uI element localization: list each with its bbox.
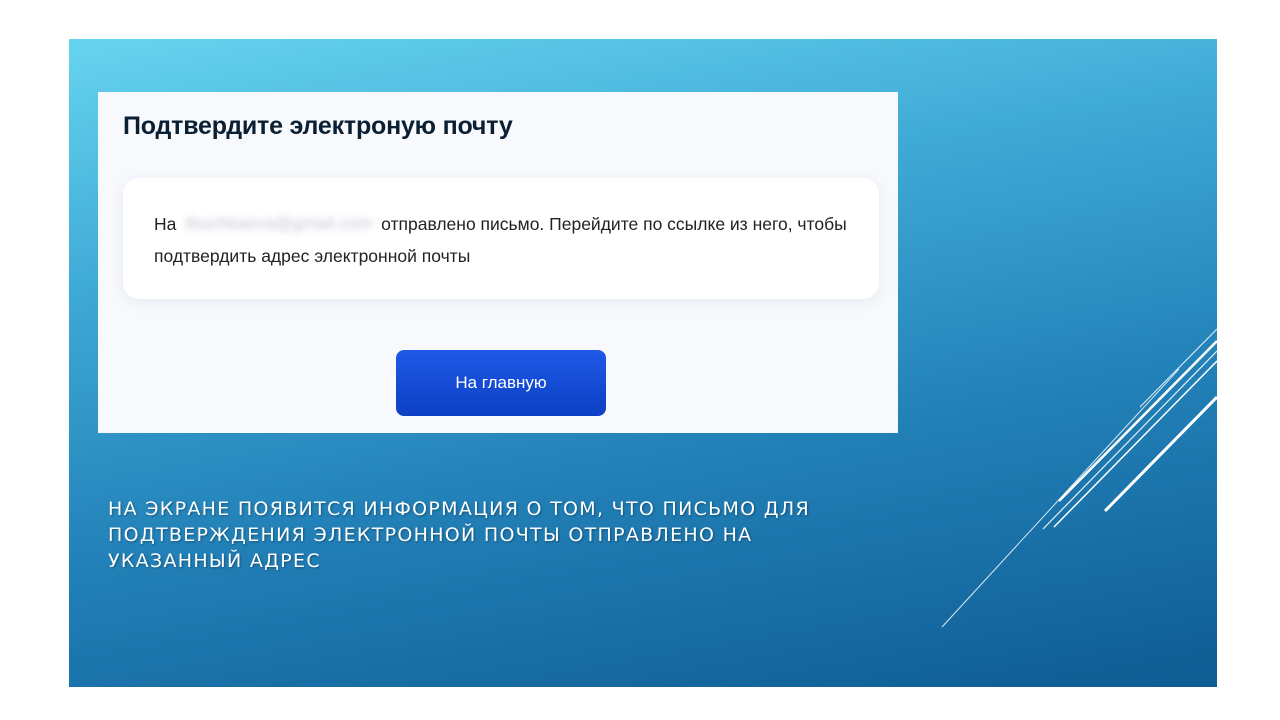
message-prefix: На	[154, 214, 177, 234]
slide-caption: На экране появится информация о том, что…	[108, 498, 811, 572]
blurred-email-address: tbuchkaeva@gmail.com	[185, 213, 373, 234]
confirmation-message: На tbuchkaeva@gmail.com отправлено письм…	[154, 208, 854, 272]
page-title: Подтвердите электроную почту	[123, 112, 513, 140]
home-button[interactable]: На главную	[396, 350, 606, 416]
message-card: На tbuchkaeva@gmail.com отправлено письм…	[123, 178, 879, 299]
presentation-slide: Подтвердите электроную почту На tbuchkae…	[69, 39, 1217, 687]
email-confirmation-screenshot: Подтвердите электроную почту На tbuchkae…	[98, 92, 898, 433]
